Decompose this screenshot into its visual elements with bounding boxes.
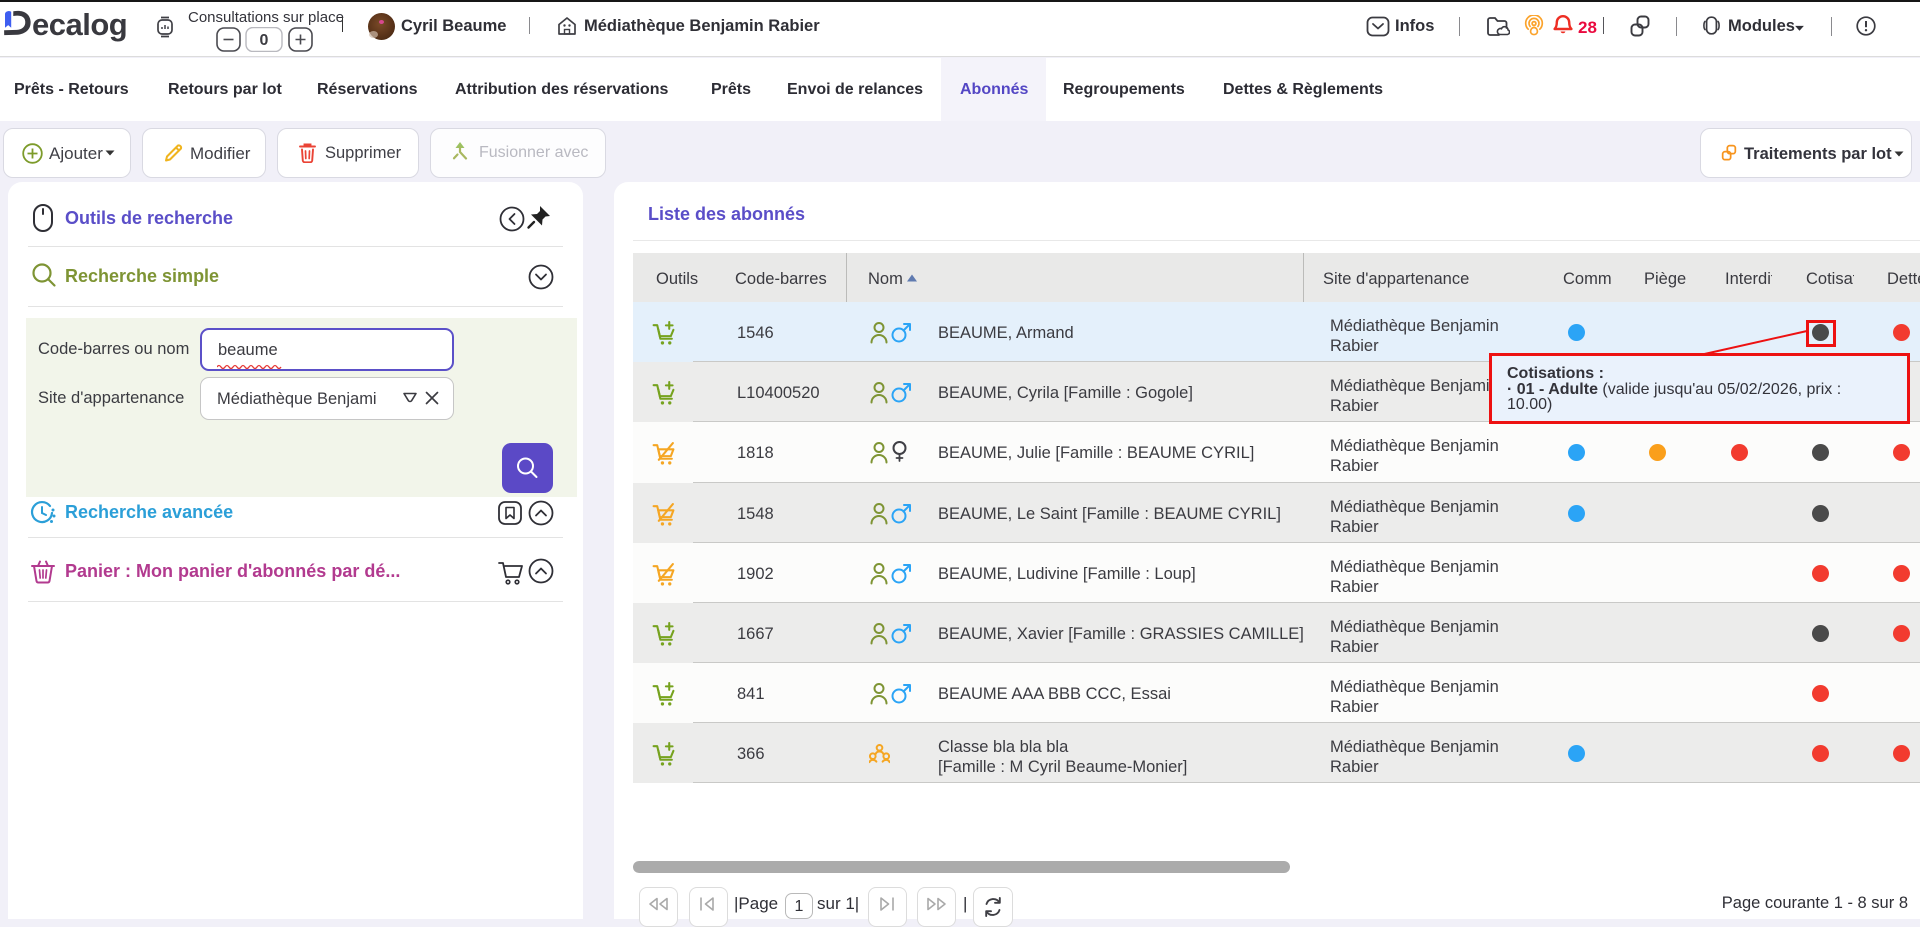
svg-text:ecalog: ecalog	[32, 7, 127, 42]
svg-text:0: 0	[260, 32, 269, 49]
